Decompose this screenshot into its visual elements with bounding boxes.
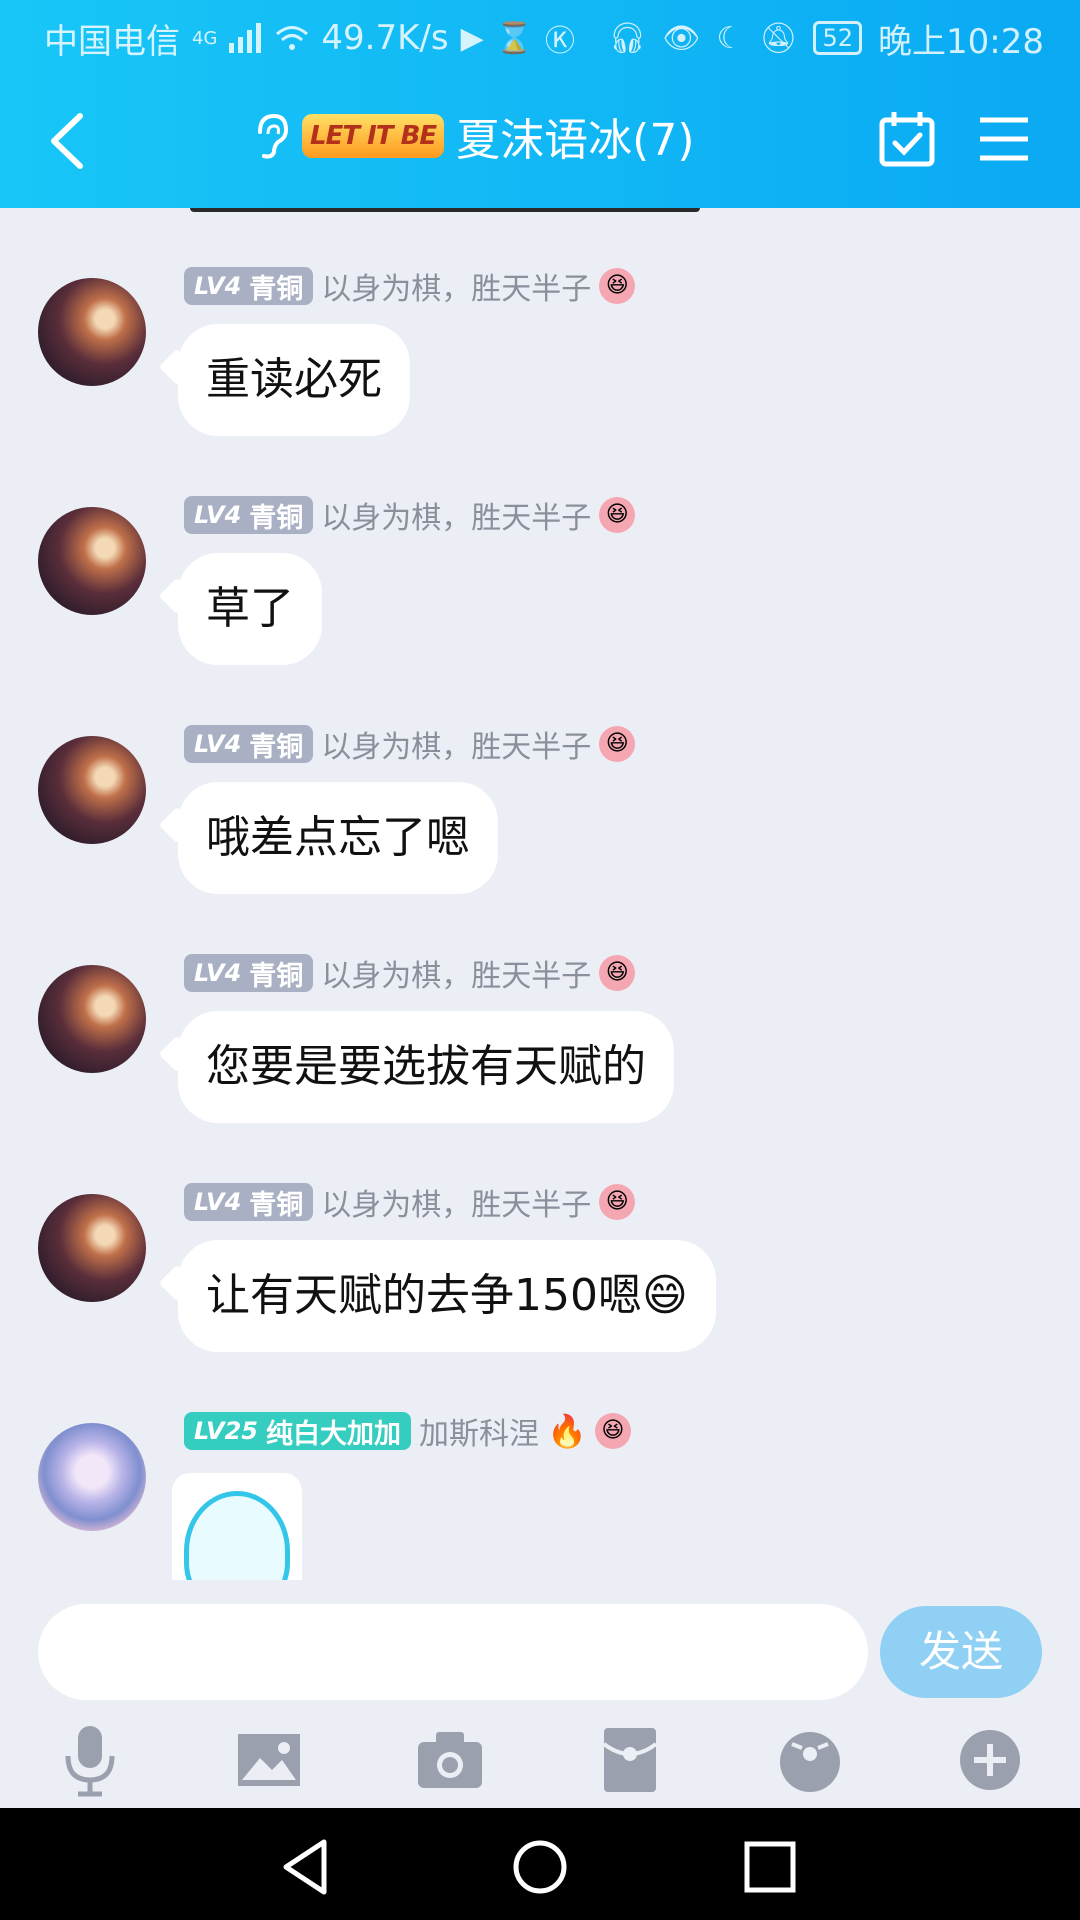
message-bubble[interactable]: 重读必死 bbox=[178, 324, 410, 436]
image-icon[interactable] bbox=[230, 1720, 310, 1800]
battery-indicator: 52 bbox=[813, 21, 863, 55]
level-badge: LV4 青铜 bbox=[184, 267, 314, 305]
fire-icon: 🔥 bbox=[546, 1412, 587, 1450]
message-bubble[interactable]: 您要是要选拔有天赋的 bbox=[178, 1011, 674, 1123]
ear-icon bbox=[258, 113, 289, 159]
message-bubble[interactable]: 让有天赋的去争150嗯😄 bbox=[178, 1240, 716, 1352]
system-nav-bar bbox=[0, 1808, 1080, 1920]
message-bubble[interactable]: 草了 bbox=[178, 553, 322, 665]
message-input[interactable] bbox=[38, 1604, 868, 1700]
avatar[interactable] bbox=[38, 507, 146, 615]
hourglass-icon: ⌛ bbox=[495, 20, 534, 56]
flower-emoji-icon: 😆 bbox=[599, 955, 636, 991]
red-packet-icon[interactable] bbox=[590, 1720, 670, 1800]
input-bar: 发送 bbox=[0, 1580, 1080, 1808]
sender-meta: LV4 青铜 以身为棋，胜天半子 😆 bbox=[184, 491, 636, 539]
tool-row bbox=[0, 1720, 1080, 1808]
level-badge: LV4 青铜 bbox=[184, 496, 314, 534]
signal-icon bbox=[229, 23, 262, 53]
let-it-be-badge: LET IT BE bbox=[302, 114, 445, 158]
avatar[interactable] bbox=[38, 965, 146, 1073]
sender-nickname[interactable]: 以身为棋，胜天半子 bbox=[321, 493, 591, 537]
sender-nickname[interactable]: 加斯科涅 bbox=[419, 1409, 539, 1453]
level-badge: LV25 纯白大加加 bbox=[184, 1412, 411, 1450]
mute-bell-icon: 🔕︎ bbox=[759, 20, 798, 56]
nav-back-icon[interactable] bbox=[272, 1832, 342, 1902]
avatar[interactable] bbox=[38, 1194, 146, 1302]
flower-emoji-icon: 😆 bbox=[599, 497, 636, 533]
sender-meta: LV4 青铜 以身为棋，胜天半子 😆 bbox=[184, 1178, 636, 1226]
avatar[interactable] bbox=[38, 736, 146, 844]
chat-title[interactable]: LET IT BE 夏沫语冰(7) bbox=[250, 104, 694, 168]
flower-emoji-icon: 😆 bbox=[594, 1413, 631, 1449]
camera-icon[interactable] bbox=[410, 1720, 490, 1800]
avatar[interactable] bbox=[38, 278, 146, 386]
status-bar: 中国电信 4G 49.7K/s ▶ ⌛ Ⓚ 🎧︎ 👁︎ ☾ 🔕︎ 52 晚上10… bbox=[0, 0, 1080, 76]
play-icon: ▶ bbox=[460, 20, 484, 56]
level-badge: LV4 青铜 bbox=[184, 1183, 314, 1221]
emoji-icon[interactable] bbox=[770, 1720, 850, 1800]
level-badge: LV4 青铜 bbox=[184, 954, 314, 992]
menu-icon[interactable] bbox=[978, 114, 1030, 164]
sender-nickname[interactable]: 以身为棋，胜天半子 bbox=[321, 264, 591, 308]
wifi-icon bbox=[276, 26, 309, 50]
message-bubble[interactable]: 哦差点忘了嗯 bbox=[178, 782, 498, 894]
level-badge: LV4 青铜 bbox=[184, 725, 314, 763]
sender-meta: LV25 纯白大加加 加斯科涅 🔥 😆 bbox=[184, 1407, 631, 1455]
sticker-image[interactable] bbox=[172, 1473, 302, 1580]
flower-emoji-icon: 😆 bbox=[599, 268, 636, 304]
send-button[interactable]: 发送 bbox=[880, 1606, 1042, 1698]
nav-home-icon[interactable] bbox=[505, 1832, 575, 1902]
network-label: 4G bbox=[192, 27, 218, 49]
nav-recents-icon[interactable] bbox=[735, 1832, 805, 1902]
message-list[interactable]: LV4 青铜 以身为棋，胜天半子 😆 重读必死 LV4 青铜 以身为棋，胜天半子 😆… bbox=[0, 208, 1080, 1580]
sender-nickname[interactable]: 以身为棋，胜天半子 bbox=[321, 951, 591, 995]
clock: 晚上10:28 bbox=[878, 21, 1044, 62]
sender-meta: LV4 青铜 以身为棋，胜天半子 😆 bbox=[184, 262, 636, 310]
headphones-icon: 🎧︎ bbox=[608, 20, 647, 56]
carrier-label: 中国电信 bbox=[44, 21, 180, 62]
calendar-check-icon[interactable] bbox=[878, 110, 936, 168]
avatar[interactable] bbox=[38, 1423, 146, 1531]
back-button[interactable] bbox=[40, 108, 100, 174]
page-title: 夏沫语冰(7) bbox=[456, 115, 695, 166]
sender-nickname[interactable]: 以身为棋，胜天半子 bbox=[321, 722, 591, 766]
k-app-icon: Ⓚ bbox=[545, 24, 576, 59]
flower-emoji-icon: 😆 bbox=[599, 726, 636, 762]
microphone-icon[interactable] bbox=[50, 1720, 130, 1800]
sender-meta: LV4 青铜 以身为棋，胜天半子 😆 bbox=[184, 949, 636, 997]
plus-icon[interactable] bbox=[950, 1720, 1030, 1800]
moon-icon: ☾ bbox=[716, 20, 744, 56]
flower-emoji-icon: 😆 bbox=[599, 1184, 636, 1220]
previous-image-edge bbox=[190, 208, 700, 212]
sender-meta: LV4 青铜 以身为棋，胜天半子 😆 bbox=[184, 720, 636, 768]
nav-bar: LET IT BE 夏沫语冰(7) bbox=[0, 86, 1080, 196]
sticker-face bbox=[184, 1491, 290, 1580]
sender-nickname[interactable]: 以身为棋，胜天半子 bbox=[321, 1180, 591, 1224]
network-speed: 49.7K/s bbox=[321, 18, 449, 58]
eye-icon: 👁︎ bbox=[662, 20, 701, 56]
header: 中国电信 4G 49.7K/s ▶ ⌛ Ⓚ 🎧︎ 👁︎ ☾ 🔕︎ 52 晚上10… bbox=[0, 0, 1080, 208]
